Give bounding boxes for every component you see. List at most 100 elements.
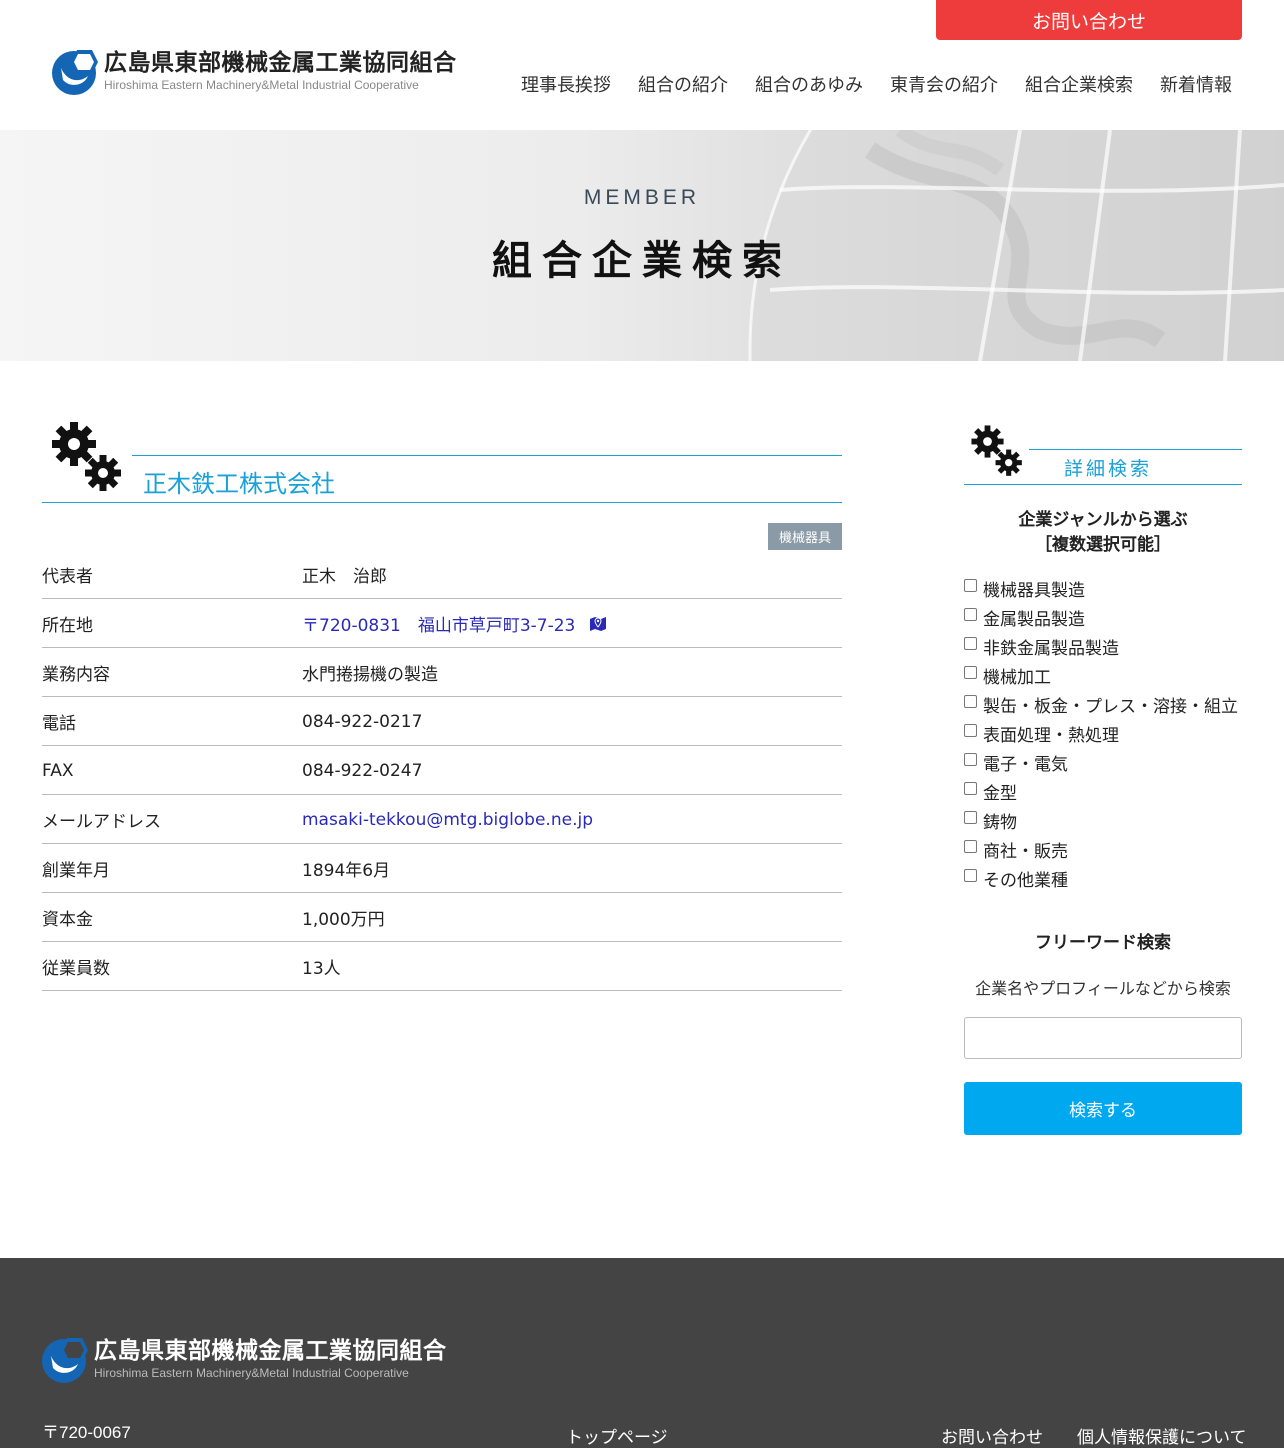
genre-checkbox-casting[interactable]: 鋳物 [964, 806, 1242, 835]
divider [132, 455, 842, 456]
row-value: 084-922-0247 [302, 760, 423, 781]
logo-subtitle: Hiroshima Eastern Machinery&Metal Indust… [104, 78, 419, 92]
logo-title: 広島県東部機械金属工業協同組合 [104, 50, 457, 76]
row-label: 従業員数 [42, 959, 110, 979]
checkbox-label: 金属製品製造 [983, 610, 1085, 630]
detail-search-sidebar: 詳細検索 企業ジャンルから選ぶ ［複数選択可能］ 機械器具製造 金属製品製造 非… [964, 424, 1242, 1135]
divider [1029, 449, 1242, 450]
genre-checkbox-trading[interactable]: 商社・販売 [964, 835, 1242, 864]
site-footer: 広島県東部機械金属工業協同組合 Hiroshima Eastern Machin… [0, 1258, 1284, 1448]
table-row: 電話 084-922-0217 [42, 696, 842, 745]
genre-checkbox-electronics[interactable]: 電子・電気 [964, 748, 1242, 777]
contact-button[interactable]: お問い合わせ [936, 0, 1242, 40]
checkbox-label: 機械器具製造 [983, 581, 1085, 601]
checkbox-label: 製缶・板金・プレス・溶接・組立 [983, 697, 1238, 717]
footer-logo-subtitle: Hiroshima Eastern Machinery&Metal Indust… [94, 1366, 409, 1380]
table-row: 創業年月 1894年6月 [42, 843, 842, 892]
genre-checkbox-nonferrous[interactable]: 非鉄金属製品製造 [964, 632, 1242, 661]
row-label: 資本金 [42, 910, 93, 930]
footer-logo-title: 広島県東部機械金属工業協同組合 [94, 1338, 447, 1364]
nav-news[interactable]: 新着情報 [1160, 71, 1232, 97]
genre-checklist: 機械器具製造 金属製品製造 非鉄金属製品製造 機械加工 製缶・板金・プレス・溶接… [964, 574, 1242, 893]
nav-member-search[interactable]: 組合企業検索 [1025, 71, 1133, 97]
address-link[interactable]: 〒720-0831 福山市草戸町3-7-23 [302, 616, 575, 636]
row-label: 所在地 [42, 616, 93, 636]
checkbox[interactable] [964, 753, 977, 766]
site-logo[interactable]: 広島県東部機械金属工業協同組合 Hiroshima Eastern Machin… [52, 46, 457, 96]
checkbox[interactable] [964, 724, 977, 737]
main-nav: 理事長挨拶 組合の紹介 組合のあゆみ 東青会の紹介 組合企業検索 新着情報 [521, 71, 1232, 97]
checkbox[interactable] [964, 666, 977, 679]
row-value: 084-922-0217 [302, 711, 423, 732]
checkbox[interactable] [964, 608, 977, 621]
checkbox-label: その他業種 [983, 871, 1068, 891]
checkbox-label: 非鉄金属製品製造 [983, 639, 1119, 659]
nav-history[interactable]: 組合のあゆみ [755, 71, 863, 97]
checkbox[interactable] [964, 695, 977, 708]
checkbox[interactable] [964, 840, 977, 853]
search-input[interactable] [964, 1017, 1242, 1059]
row-value: 1,000万円 [302, 910, 385, 930]
search-button[interactable]: 検索する [964, 1082, 1242, 1135]
row-label: 業務内容 [42, 665, 110, 685]
row-value: 1894年6月 [302, 861, 391, 881]
table-row: メールアドレス masaki-tekkou@mtg.biglobe.ne.jp [42, 794, 842, 843]
checkbox[interactable] [964, 637, 977, 650]
genre-checkbox-machining[interactable]: 機械加工 [964, 661, 1242, 690]
row-value: 13人 [302, 959, 341, 979]
footer-link-privacy[interactable]: 個人情報保護について [1077, 1423, 1247, 1448]
genre-checkbox-molds[interactable]: 金型 [964, 777, 1242, 806]
table-row: 所在地 〒720-0831 福山市草戸町3-7-23 [42, 598, 842, 647]
footer-link-top[interactable]: トップページ [566, 1423, 668, 1448]
checkbox-label: 電子・電気 [983, 755, 1068, 775]
checkbox[interactable] [964, 811, 977, 824]
checkbox[interactable] [964, 782, 977, 795]
company-detail: 正木鉄工株式会社 機械器具 代表者 正木 治郎 所在地 〒720-0831 福山… [42, 420, 842, 991]
checkbox-label: 鋳物 [983, 813, 1017, 833]
map-icon[interactable] [589, 615, 607, 636]
gears-icon [971, 425, 1022, 476]
row-label: 代表者 [42, 566, 93, 587]
table-row: FAX 084-922-0247 [42, 745, 842, 794]
sidebar-title: 詳細検索 [1064, 458, 1153, 480]
table-row: 代表者 正木 治郎 [42, 549, 842, 598]
checkbox-label: 商社・販売 [983, 842, 1068, 862]
genre-checkbox-surface-treatment[interactable]: 表面処理・熱処理 [964, 719, 1242, 748]
sidebar-heading: 詳細検索 [964, 424, 1242, 486]
nav-chairman-greeting[interactable]: 理事長挨拶 [521, 71, 611, 97]
free-word-heading: フリーワード検索 [1035, 933, 1171, 953]
checkbox[interactable] [964, 869, 977, 882]
row-label: 電話 [42, 714, 76, 734]
genre-heading-line-1: 企業ジャンルから選ぶ [1018, 510, 1188, 530]
genre-heading: 企業ジャンルから選ぶ ［複数選択可能］ [964, 508, 1242, 558]
row-label: メールアドレス [42, 812, 161, 832]
checkbox-label: 機械加工 [983, 668, 1051, 688]
row-value: 水門捲揚機の製造 [302, 665, 438, 685]
table-row: 業務内容 水門捲揚機の製造 [42, 647, 842, 696]
genre-checkbox-fabrication[interactable]: 製缶・板金・プレス・溶接・組立 [964, 690, 1242, 719]
company-info-table: 代表者 正木 治郎 所在地 〒720-0831 福山市草戸町3-7-23 業務内… [42, 549, 842, 991]
genre-checkbox-other[interactable]: その他業種 [964, 864, 1242, 893]
email-link[interactable]: masaki-tekkou@mtg.biglobe.ne.jp [302, 810, 593, 830]
divider [964, 484, 1242, 485]
genre-tag[interactable]: 機械器具 [767, 523, 842, 550]
table-row: 従業員数 13人 [42, 941, 842, 990]
nav-about[interactable]: 組合の紹介 [638, 71, 728, 97]
page-title: 組合企業検索 [492, 238, 792, 284]
nav-youth-group[interactable]: 東青会の紹介 [890, 71, 998, 97]
site-header: お問い合わせ 広島県東部機械金属工業協同組合 Hiroshima Eastern… [0, 0, 1284, 130]
company-heading: 正木鉄工株式会社 [42, 420, 842, 503]
row-label: 創業年月 [42, 861, 110, 881]
genre-heading-line-2: ［複数選択可能］ [1035, 535, 1171, 555]
checkbox-label: 金型 [983, 784, 1017, 804]
logo-mark-icon [52, 46, 98, 96]
footer-link-contact[interactable]: お問い合わせ [941, 1423, 1043, 1448]
gears-icon [52, 422, 121, 491]
genre-checkbox-metal-products[interactable]: 金属製品製造 [964, 603, 1242, 632]
hero-subtitle: MEMBER [583, 186, 701, 209]
footer-logo[interactable]: 広島県東部機械金属工業協同組合 Hiroshima Eastern Machin… [42, 1334, 447, 1384]
hero-banner: MEMBER 組合企業検索 [0, 130, 1284, 361]
checkbox[interactable] [964, 579, 977, 592]
row-value: 正木 治郎 [302, 566, 387, 587]
genre-checkbox-machinery[interactable]: 機械器具製造 [964, 574, 1242, 603]
